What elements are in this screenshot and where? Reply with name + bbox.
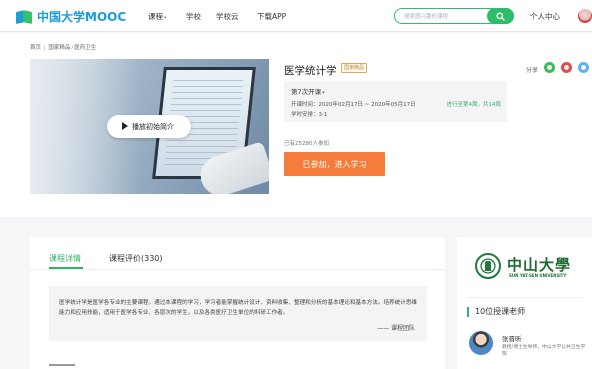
university-name[interactable]: 中山大學 [507,254,571,275]
course-header: 首页 | 国家精品/医药卫生 播放初始简介 医学统计学 国家精品 分享 第7次开… [0,33,592,217]
university-english-name: SUN YAT-SEN UNIVERSITY [509,273,567,278]
nav-courses[interactable]: 课程▾ [148,11,167,22]
search-button[interactable] [487,8,514,24]
weibo-share-icon[interactable] [561,62,572,73]
teacher-description: 教授/博士生导师，中山大学公共卫生学院 [502,345,586,357]
wechat-share-icon[interactable] [544,62,555,73]
university-emblem-icon[interactable] [475,253,501,279]
nav-school-cloud[interactable]: 学校云 [216,11,239,22]
mooc-logo[interactable]: 中国大学MOOC [16,8,126,24]
chevron-down-icon: ▾ [164,15,167,21]
search-icon [496,12,505,21]
play-intro-button[interactable]: 播放初始简介 [107,115,191,138]
breadcrumb: 首页 | 国家精品/医药卫生 [30,45,97,51]
tab-course-details[interactable]: 课程详情 [49,253,81,264]
teacher-name[interactable]: 张晋昕 [502,333,522,343]
breadcrumb-category[interactable]: 国家精品 [48,45,70,51]
course-intro-box: 医学统计学是医学各专业的主要课程。通过本课程的学习，学习者能掌握统计设计、资料收… [49,286,427,341]
term-progress: 进行至第4周，共14周 [446,102,502,108]
logo-text: 中国大学MOOC [37,9,127,24]
course-title: 医学统计学 [284,65,337,77]
qzone-share-icon[interactable] [578,62,589,73]
search-input[interactable] [404,12,484,21]
course-details-panel: 课程详情 课程评价(330) 医学统计学是医学各专业的主要课程。通过本课程的学习… [30,237,445,369]
enter-study-button[interactable]: 已参加，进入学习 [284,152,385,176]
course-intro-video[interactable]: 播放初始简介 [30,59,269,194]
course-intro-text: 医学统计学是医学各专业的主要课程。通过本课程的学习，学习者能掌握统计设计、资料收… [59,300,418,316]
tab-course-reviews[interactable]: 课程评价(330) [109,253,163,264]
user-center-link[interactable]: 个人中心 [530,11,560,22]
enrolled-count: 已有25280人参加 [284,141,329,147]
breadcrumb-home[interactable]: 首页 [30,45,41,51]
search-box [394,8,514,24]
national-quality-badge: 国家精品 [341,63,368,73]
nav-schools[interactable]: 学校 [186,11,201,22]
teacher-avatar[interactable] [469,331,493,355]
teachers-heading: 10位授课老师 [467,307,525,317]
play-icon [122,122,128,130]
term-hours: 学时安排：3-1 [291,112,328,118]
nav-download-app[interactable]: 下载APP [257,11,286,22]
share-label: 分享 [526,67,539,74]
chevron-down-icon: ▾ [322,90,325,96]
top-nav: 中国大学MOOC 课程▾ 学校 学校云 下载APP 个人中心 [0,0,592,32]
course-team-sign: —— 课程团队 [377,325,415,332]
university-sidebar: 中山大學 SUN YAT-SEN UNIVERSITY 10位授课老师 张晋昕 … [457,237,592,369]
avatar[interactable] [578,9,592,23]
term-info: 第7次开课▾ 开课时间：2020年02月17日 ~ 2020年05月17日 学时… [284,81,507,122]
term-select[interactable]: 第7次开课▾ [291,86,325,96]
book-logo-icon [16,9,32,24]
term-dates: 开课时间：2020年02月17日 ~ 2020年05月17日 [291,102,416,108]
breadcrumb-subject[interactable]: 医药卫生 [74,45,96,51]
